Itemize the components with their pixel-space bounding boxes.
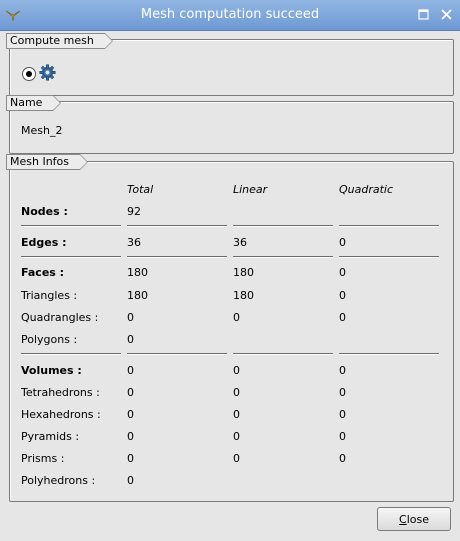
volumes-total: 0	[127, 364, 134, 377]
edges-label: Edges :	[21, 236, 67, 249]
triangles-total: 180	[127, 289, 148, 302]
nodes-total: 92	[127, 205, 141, 218]
header-linear: Linear	[233, 183, 268, 196]
close-button-mnemonic: C	[399, 512, 407, 526]
edges-quadratic: 0	[339, 236, 346, 249]
separator-line	[127, 225, 227, 227]
pyramids-quadratic: 0	[339, 430, 346, 443]
prisms-linear: 0	[233, 452, 240, 465]
maximize-icon[interactable]	[418, 9, 429, 20]
tetrahedrons-linear: 0	[233, 386, 240, 399]
volumes-quadratic: 0	[339, 364, 346, 377]
nodes-label: Nodes :	[21, 205, 68, 218]
pyramids-label: Pyramids :	[21, 430, 80, 443]
hexahedrons-label: Hexahedrons :	[21, 408, 101, 421]
close-button-label: lose	[406, 512, 429, 526]
tetrahedrons-total: 0	[127, 386, 134, 399]
volumes-label: Volumes :	[21, 364, 82, 377]
separator-line	[127, 353, 227, 355]
close-button[interactable]: Close	[377, 507, 451, 531]
faces-label: Faces :	[21, 266, 65, 279]
edges-linear: 36	[233, 236, 247, 249]
mesh-name-value: Mesh_2	[21, 124, 63, 137]
quadrangles-linear: 0	[233, 311, 240, 324]
triangles-quadratic: 0	[339, 289, 346, 302]
hexahedrons-quadratic: 0	[339, 408, 346, 421]
triangles-label: Triangles :	[21, 289, 78, 302]
name-label: Name	[6, 95, 62, 111]
separator-line	[233, 256, 333, 258]
prisms-total: 0	[127, 452, 134, 465]
separator-line	[233, 353, 333, 355]
mesh-infos-label: Mesh Infos	[6, 154, 89, 170]
title-bar[interactable]: Mesh computation succeed	[0, 0, 460, 31]
pyramids-linear: 0	[233, 430, 240, 443]
window-title: Mesh computation succeed	[140, 7, 320, 22]
faces-total: 180	[127, 266, 148, 279]
quadrangles-label: Quadrangles :	[21, 311, 99, 324]
header-total: Total	[127, 183, 154, 196]
hexahedrons-total: 0	[127, 408, 134, 421]
quadrangles-quadratic: 0	[339, 311, 346, 324]
separator-line	[339, 225, 439, 227]
polyhedrons-label: Polyhedrons :	[21, 474, 96, 487]
close-icon[interactable]	[441, 9, 452, 20]
polygons-total: 0	[127, 333, 134, 346]
polygons-label: Polygons :	[21, 333, 78, 346]
header-quadratic: Quadratic	[339, 183, 394, 196]
separator-line	[21, 353, 121, 355]
compute-mesh-radio[interactable]	[22, 67, 36, 81]
separator-line	[21, 256, 121, 258]
mesh-infos-group	[9, 161, 454, 502]
tetrahedrons-label: Tetrahedrons :	[21, 386, 100, 399]
separator-line	[233, 225, 333, 227]
separator-line	[21, 225, 121, 227]
triangles-linear: 180	[233, 289, 254, 302]
faces-linear: 180	[233, 266, 254, 279]
edges-total: 36	[127, 236, 141, 249]
quadrangles-total: 0	[127, 311, 134, 324]
compute-mesh-label: Compute mesh	[6, 33, 113, 49]
pyramids-total: 0	[127, 430, 134, 443]
separator-line	[127, 256, 227, 258]
name-group	[9, 101, 454, 154]
faces-quadratic: 0	[339, 266, 346, 279]
separator-line	[339, 256, 439, 258]
volumes-linear: 0	[233, 364, 240, 377]
separator-line	[339, 353, 439, 355]
gear-icon	[39, 64, 56, 81]
tetrahedrons-quadratic: 0	[339, 386, 346, 399]
hexahedrons-linear: 0	[233, 408, 240, 421]
prisms-quadratic: 0	[339, 452, 346, 465]
prisms-label: Prisms :	[21, 452, 65, 465]
polyhedrons-total: 0	[127, 474, 134, 487]
